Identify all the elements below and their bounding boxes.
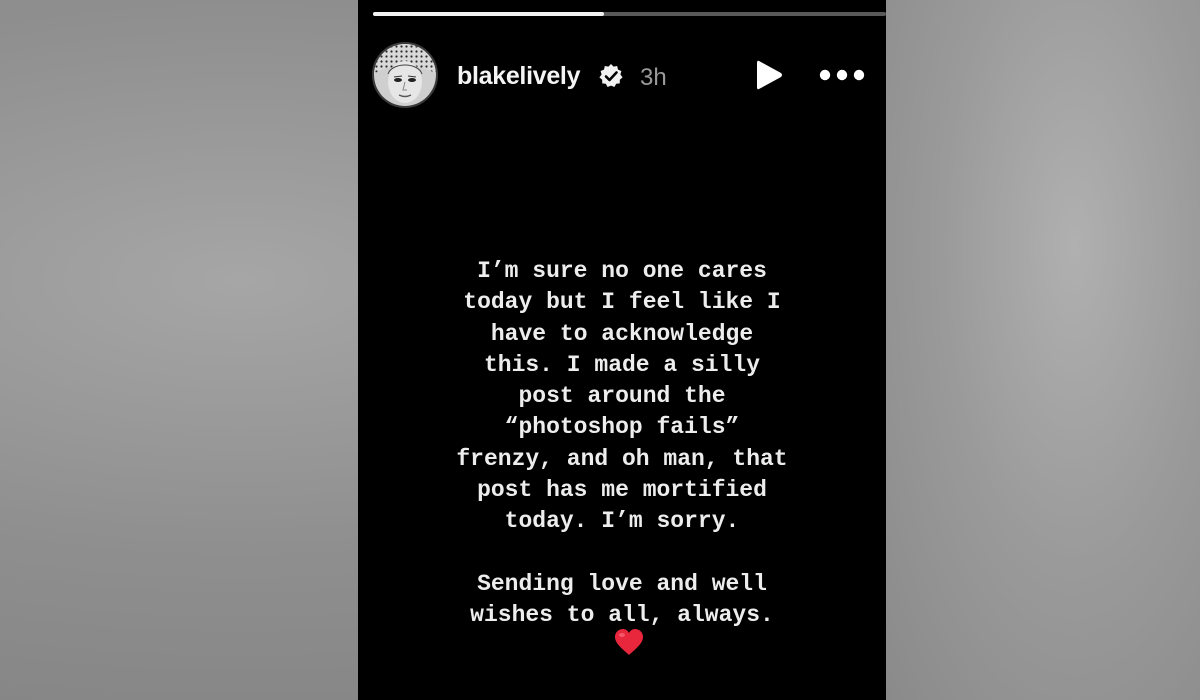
more-options-icon[interactable] (818, 64, 866, 86)
story-username[interactable]: blakelively (457, 62, 580, 91)
story-text-line: post has me mortified (477, 477, 767, 504)
avatar[interactable] (372, 42, 438, 108)
story-viewer[interactable]: blakelively 3h I’m sure no one cares tod… (358, 0, 886, 700)
story-text-line: have to acknowledge (490, 320, 754, 347)
story-text: I’m sure no one cares today but I feel l… (378, 256, 866, 631)
story-text-line: today but I feel like I (463, 289, 781, 316)
story-progress-bar (373, 12, 886, 16)
story-text-line: I’m sure no one cares (477, 258, 767, 284)
story-text-line: “photoshop fails” (504, 414, 740, 441)
story-progress-fill (373, 12, 604, 16)
blurred-background-right (886, 0, 1200, 700)
story-closing-line: wishes to all, always. (470, 601, 774, 628)
red-heart-icon (615, 629, 643, 655)
verified-badge-icon (599, 64, 623, 87)
story-timestamp: 3h (640, 64, 667, 91)
story-closing-line: Sending love and well (477, 570, 767, 597)
story-text-line: this. I made a silly (483, 351, 761, 378)
play-icon[interactable] (754, 58, 784, 92)
story-text-line: today. I’m sorry. (504, 508, 740, 535)
story-text-line: post around the (518, 383, 726, 410)
story-text-line: frenzy, and oh man, that (456, 445, 788, 472)
